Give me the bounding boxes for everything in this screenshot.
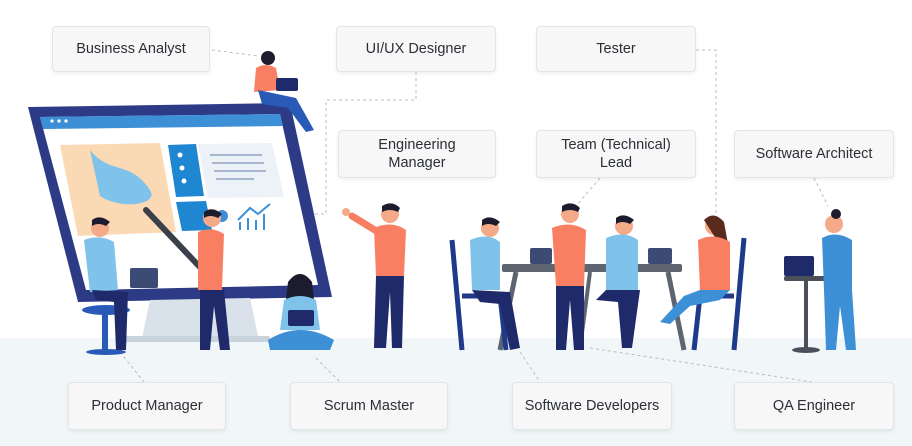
- connector-tester: [696, 49, 717, 226]
- label-product-manager: Product Manager: [68, 382, 226, 430]
- connector-business-analyst: [211, 49, 259, 57]
- connector-scrum-master: [315, 357, 341, 383]
- label-qa-engineer: QA Engineer: [734, 382, 894, 430]
- team-roles-diagram: Business Analyst UI/UX Designer Tester E…: [0, 0, 912, 446]
- label-software-developers: Software Developers: [512, 382, 672, 430]
- software-architect-figure: [784, 209, 856, 353]
- team-lead-text: Team (Technical) Lead: [561, 137, 671, 171]
- label-engineering-manager: Engineering Manager: [338, 130, 496, 178]
- team-lead-figure: [552, 203, 586, 350]
- software-developer-figure-2: [596, 215, 640, 348]
- software-developers-text: Software Developers: [524, 398, 660, 414]
- developers-table: [497, 248, 687, 351]
- engineering-manager-text: Engineering Manager: [378, 137, 456, 171]
- ui-ux-designer-text: UI/UX Designer: [365, 41, 467, 57]
- label-team-lead: Team (Technical) Lead: [536, 130, 696, 178]
- product-manager-text: Product Manager: [91, 398, 203, 414]
- connector-qa-engineer: [589, 347, 813, 383]
- label-software-architect: Software Architect: [734, 130, 894, 178]
- connector-product-manager: [119, 351, 145, 383]
- software-architect-text: Software Architect: [755, 146, 873, 162]
- scrum-master-text: Scrum Master: [323, 398, 415, 414]
- engineering-manager-figure: [342, 203, 406, 348]
- tester-text: Tester: [596, 41, 636, 57]
- label-tester: Tester: [536, 26, 696, 72]
- connector-team-lead: [575, 177, 601, 207]
- connector-software-developers: [519, 351, 541, 383]
- label-business-analyst: Business Analyst: [52, 26, 210, 72]
- qa-engineer-text: QA Engineer: [772, 398, 856, 414]
- connector-software-architect: [813, 177, 829, 207]
- label-ui-ux-designer: UI/UX Designer: [336, 26, 496, 72]
- business-analyst-text: Business Analyst: [76, 41, 186, 57]
- label-scrum-master: Scrum Master: [290, 382, 448, 430]
